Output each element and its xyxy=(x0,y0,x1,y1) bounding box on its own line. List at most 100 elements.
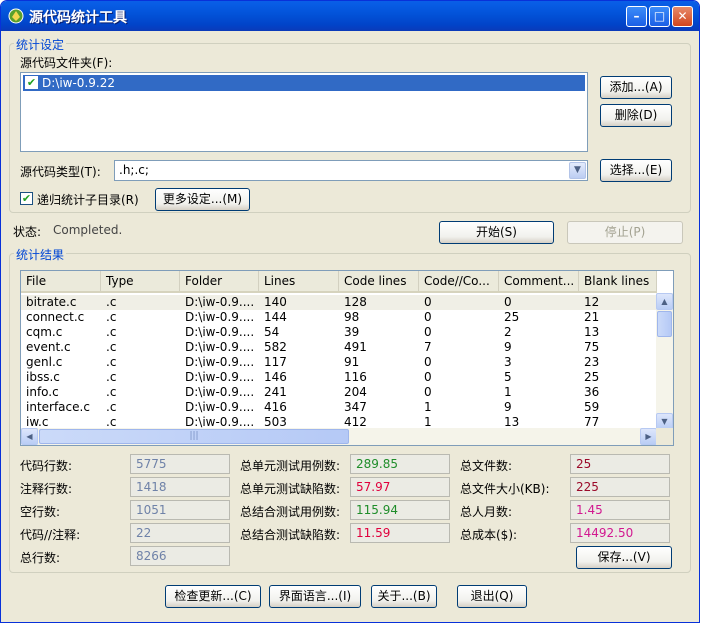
stat-value-field: 57.97 xyxy=(350,477,450,497)
scroll-left-icon[interactable]: ◀ xyxy=(21,428,38,445)
recursive-label[interactable]: 递归统计子目录(R) xyxy=(37,191,139,208)
close-button[interactable]: ✕ xyxy=(672,6,693,27)
table-cell: 582 xyxy=(264,340,287,354)
check-update-button[interactable]: 检查更新...(C) xyxy=(165,585,261,608)
table-row[interactable]: interface.c .c D:\iw-0.9.... 416 347 1 9 59 xyxy=(21,400,657,415)
window-title: 源代码统计工具 xyxy=(29,10,127,26)
table-row[interactable]: cqm.c .c D:\iw-0.9.... 54 39 0 2 13 xyxy=(21,325,657,340)
recursive-checkbox[interactable]: ✔ xyxy=(20,192,33,205)
horizontal-scrollbar[interactable]: ◀ ||| ▶ xyxy=(21,428,657,445)
folder-list-item[interactable]: ✔ D:\iw-0.9.22 xyxy=(23,75,585,91)
vertical-scroll-thumb[interactable] xyxy=(657,311,672,337)
table-row[interactable]: ibss.c .c D:\iw-0.9.... 146 116 0 5 25 xyxy=(21,370,657,385)
table-cell: 0 xyxy=(424,385,432,399)
table-cell: 0 xyxy=(504,295,512,309)
chevron-down-icon[interactable]: ▼ xyxy=(569,162,586,179)
add-folder-button[interactable]: 添加...(A) xyxy=(600,76,672,99)
stat-label: 代码//注释: xyxy=(20,528,81,542)
horizontal-scroll-thumb[interactable]: ||| xyxy=(39,429,349,444)
vertical-scrollbar[interactable]: ▲ ▼ xyxy=(656,293,673,430)
client-area: 统计设定 源代码文件夹(F): ✔ D:\iw-0.9.22 添加...(A) … xyxy=(5,31,695,618)
table-cell: 12 xyxy=(584,295,600,309)
stat-value-field: 22 xyxy=(130,523,230,543)
table-cell: 7 xyxy=(424,340,432,354)
table-cell: ibss.c xyxy=(26,370,60,384)
table-cell: 0 xyxy=(424,355,432,369)
table-cell: bitrate.c xyxy=(26,295,77,309)
results-table[interactable]: File Type Folder Lines Code lines Code//… xyxy=(20,270,674,446)
table-cell: .c xyxy=(106,340,117,354)
app-icon xyxy=(8,8,24,24)
stop-button[interactable]: 停止(P) xyxy=(567,221,683,244)
table-cell: 144 xyxy=(264,310,287,324)
table-cell: D:\iw-0.9.... xyxy=(185,370,255,384)
table-cell: info.c xyxy=(26,385,59,399)
stat-value-field: 115.94 xyxy=(350,500,450,520)
table-cell: 23 xyxy=(584,355,600,369)
table-row[interactable]: genl.c .c D:\iw-0.9.... 117 91 0 3 23 xyxy=(21,355,657,370)
stat-value-field: 8266 xyxy=(130,546,230,566)
maximize-button[interactable]: □ xyxy=(649,6,670,27)
exit-button[interactable]: 退出(Q) xyxy=(457,585,527,608)
delete-folder-button[interactable]: 删除(D) xyxy=(600,104,672,127)
col-header-lines[interactable]: Lines xyxy=(259,271,339,291)
folder-path: D:\iw-0.9.22 xyxy=(42,76,115,90)
main-window: 源代码统计工具 – □ ✕ 统计设定 源代码文件夹(F): ✔ D:\iw-0.… xyxy=(0,0,700,623)
type-label: 源代码类型(T): xyxy=(20,165,101,179)
table-cell: 416 xyxy=(264,400,287,414)
table-cell: 9 xyxy=(504,340,512,354)
title-bar[interactable]: 源代码统计工具 – □ ✕ xyxy=(1,1,699,31)
choose-type-button[interactable]: 选择...(E) xyxy=(600,159,672,182)
stat-value-field: 1418 xyxy=(130,477,230,497)
stat-label: 总结合测试缺陷数: xyxy=(240,528,341,542)
table-cell: 491 xyxy=(344,340,367,354)
table-cell: 204 xyxy=(344,385,367,399)
folder-checkbox[interactable]: ✔ xyxy=(25,76,38,89)
start-button[interactable]: 开始(S) xyxy=(439,221,554,244)
table-cell: 116 xyxy=(344,370,367,384)
table-cell: 13 xyxy=(584,325,600,339)
col-header-type[interactable]: Type xyxy=(101,271,180,291)
type-combo[interactable]: .h;.c; ▼ xyxy=(114,160,588,181)
about-button[interactable]: 关于...(B) xyxy=(371,585,437,608)
save-button[interactable]: 保存...(V) xyxy=(576,546,672,569)
table-cell: 9 xyxy=(504,400,512,414)
col-header-folder[interactable]: Folder xyxy=(180,271,259,291)
scroll-up-icon[interactable]: ▲ xyxy=(656,293,673,310)
stat-value-field: 11.59 xyxy=(350,523,450,543)
table-row[interactable]: info.c .c D:\iw-0.9.... 241 204 0 1 36 xyxy=(21,385,657,400)
stat-value-field: 225 xyxy=(570,477,670,497)
table-cell: 117 xyxy=(264,355,287,369)
stat-label: 总人月数: xyxy=(460,505,513,519)
table-row[interactable]: bitrate.c .c D:\iw-0.9.... 140 128 0 0 12 xyxy=(21,295,657,310)
table-cell: .c xyxy=(106,370,117,384)
table-cell: D:\iw-0.9.... xyxy=(185,355,255,369)
col-header-blank-lines[interactable]: Blank lines xyxy=(579,271,657,291)
folder-list[interactable]: ✔ D:\iw-0.9.22 xyxy=(20,72,588,152)
folder-label: 源代码文件夹(F): xyxy=(20,56,113,70)
table-cell: interface.c xyxy=(26,400,90,414)
table-cell: 91 xyxy=(344,355,360,369)
scroll-right-icon[interactable]: ▶ xyxy=(640,428,657,445)
table-cell: 1 xyxy=(424,400,432,414)
more-settings-button[interactable]: 更多设定...(M) xyxy=(155,188,250,211)
stat-value-field: 289.85 xyxy=(350,454,450,474)
table-cell: D:\iw-0.9.... xyxy=(185,400,255,414)
language-button[interactable]: 界面语言...(I) xyxy=(269,585,361,608)
stat-value-field: 14492.50 xyxy=(570,523,670,543)
table-row[interactable]: event.c .c D:\iw-0.9.... 582 491 7 9 75 xyxy=(21,340,657,355)
stat-value-field: 5775 xyxy=(130,454,230,474)
status-label: 状态: xyxy=(13,225,42,239)
settings-group: 统计设定 源代码文件夹(F): ✔ D:\iw-0.9.22 添加...(A) … xyxy=(9,36,691,213)
table-cell: D:\iw-0.9.... xyxy=(185,325,255,339)
table-cell: D:\iw-0.9.... xyxy=(185,310,255,324)
col-header-code-lines[interactable]: Code lines xyxy=(339,271,419,291)
stat-label: 空行数: xyxy=(20,505,61,519)
col-header-file[interactable]: File xyxy=(21,271,101,291)
results-group: 统计结果 File Type Folder Lines Code lines C… xyxy=(9,246,691,573)
col-header-comment[interactable]: Comment... xyxy=(499,271,579,291)
table-row[interactable]: connect.c .c D:\iw-0.9.... 144 98 0 25 21 xyxy=(21,310,657,325)
minimize-button[interactable]: – xyxy=(626,6,647,27)
table-header: File Type Folder Lines Code lines Code//… xyxy=(21,271,657,293)
col-header-code-comment[interactable]: Code//Co... xyxy=(419,271,499,291)
